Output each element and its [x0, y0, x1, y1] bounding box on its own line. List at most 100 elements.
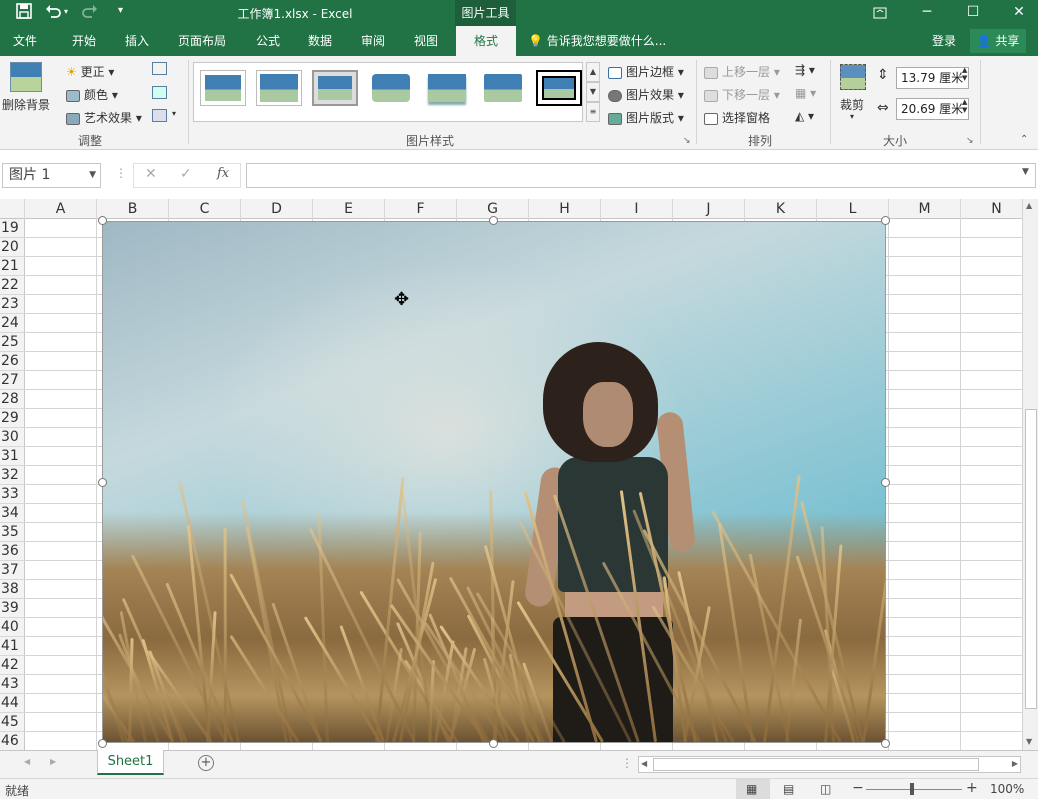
row-header[interactable]: 29	[0, 409, 25, 428]
tab-data[interactable]: 数据	[297, 26, 343, 56]
column-header[interactable]: H	[529, 199, 601, 219]
scroll-down-icon[interactable]: ▼	[1026, 737, 1032, 746]
row-header[interactable]: 26	[0, 352, 25, 371]
resize-handle-bottom-right[interactable]	[881, 739, 890, 748]
resize-handle-top[interactable]	[489, 216, 498, 225]
picture-layout-button[interactable]: 图片版式 ▾	[608, 109, 684, 126]
row-header[interactable]: 43	[0, 675, 25, 694]
picture-effects-button[interactable]: 图片效果 ▾	[608, 86, 684, 103]
row-header[interactable]: 46	[0, 732, 25, 751]
crop-button[interactable]: 裁剪	[840, 96, 864, 113]
column-header[interactable]: B	[97, 199, 169, 219]
resize-handle-left[interactable]	[98, 478, 107, 487]
row-header[interactable]: 44	[0, 694, 25, 713]
enter-formula-icon[interactable]: ✓	[180, 166, 192, 182]
corrections-button[interactable]: ☀ 更正 ▾	[66, 63, 114, 80]
tab-formulas[interactable]: 公式	[245, 26, 291, 56]
color-button[interactable]: 颜色 ▾	[66, 86, 118, 103]
tab-page-layout[interactable]: 页面布局	[168, 26, 236, 56]
prev-sheet-icon[interactable]: ◀	[24, 757, 30, 766]
zoom-slider-track[interactable]	[866, 789, 962, 790]
column-header[interactable]: I	[601, 199, 673, 219]
picture-style-4[interactable]	[368, 70, 414, 106]
row-header[interactable]: 25	[0, 333, 25, 352]
tab-file[interactable]: 文件	[0, 26, 50, 56]
artistic-effects-button[interactable]: 艺术效果 ▾	[66, 109, 142, 126]
align-icon[interactable]: ⇶ ▾	[795, 63, 815, 77]
scroll-left-icon[interactable]: ◀	[641, 759, 647, 768]
gallery-up-icon[interactable]: ▲	[586, 62, 600, 82]
resize-handle-top-right[interactable]	[881, 216, 890, 225]
resize-handle-top-left[interactable]	[98, 216, 107, 225]
horizontal-scroll-thumb[interactable]	[653, 758, 979, 771]
row-header[interactable]: 31	[0, 447, 25, 466]
collapse-ribbon-icon[interactable]: ⌃	[1020, 134, 1028, 145]
row-header[interactable]: 21	[0, 257, 25, 276]
crop-icon[interactable]	[840, 64, 866, 90]
tab-insert[interactable]: 插入	[114, 26, 160, 56]
row-header[interactable]: 34	[0, 504, 25, 523]
cancel-formula-icon[interactable]: ✕	[145, 166, 157, 182]
vertical-scrollbar[interactable]: ▲ ▼	[1022, 199, 1038, 750]
resize-handle-bottom-left[interactable]	[98, 739, 107, 748]
tab-view[interactable]: 视图	[403, 26, 449, 56]
picture-style-7[interactable]	[536, 70, 582, 106]
name-box[interactable]: 图片 1 ▼	[2, 163, 101, 188]
close-icon[interactable]: ✕	[996, 0, 1038, 26]
column-header[interactable]: D	[241, 199, 313, 219]
column-header[interactable]: A	[25, 199, 97, 219]
picture-style-2[interactable]	[256, 70, 302, 106]
remove-background-button[interactable]: 删除背景	[2, 96, 50, 113]
page-break-view-icon[interactable]: ◫	[820, 782, 831, 796]
row-header[interactable]: 32	[0, 466, 25, 485]
row-header[interactable]: 41	[0, 637, 25, 656]
tab-format[interactable]: 格式	[456, 26, 516, 56]
reset-dropdown-icon[interactable]: ▾	[172, 109, 176, 118]
maximize-icon[interactable]: ☐	[950, 0, 996, 26]
change-picture-icon[interactable]	[152, 86, 167, 99]
row-header[interactable]: 33	[0, 485, 25, 504]
row-header[interactable]: 35	[0, 523, 25, 542]
zoom-slider-thumb[interactable]	[910, 783, 914, 795]
resize-handle-right[interactable]	[881, 478, 890, 487]
tell-me-search[interactable]: 💡 告诉我您想要做什么...	[528, 26, 666, 56]
row-header[interactable]: 22	[0, 276, 25, 295]
remove-background-icon[interactable]	[10, 62, 42, 92]
row-header[interactable]: 39	[0, 599, 25, 618]
picture-border-button[interactable]: 图片边框 ▾	[608, 63, 684, 80]
formula-input[interactable]	[246, 163, 1036, 188]
scroll-up-icon[interactable]: ▲	[1026, 201, 1032, 210]
row-header[interactable]: 45	[0, 713, 25, 732]
width-spinner[interactable]: ▲ ▼	[962, 98, 967, 114]
login-button[interactable]: 登录	[932, 26, 956, 56]
zoom-out-icon[interactable]: −	[852, 780, 864, 796]
inserted-picture[interactable]	[102, 221, 886, 743]
bring-forward-button[interactable]: 上移一层 ▾	[704, 63, 780, 80]
column-header[interactable]: C	[169, 199, 241, 219]
zoom-in-icon[interactable]: +	[966, 780, 978, 796]
row-header[interactable]: 30	[0, 428, 25, 447]
resize-handle-bottom[interactable]	[489, 739, 498, 748]
scroll-right-icon[interactable]: ▶	[1012, 759, 1018, 768]
next-sheet-icon[interactable]: ▶	[50, 757, 56, 766]
rotate-icon[interactable]: ◭ ▾	[795, 109, 814, 123]
column-header[interactable]: F	[385, 199, 457, 219]
share-button[interactable]: 👤 共享	[970, 29, 1026, 53]
row-header[interactable]: 27	[0, 371, 25, 390]
row-header[interactable]: 28	[0, 390, 25, 409]
zoom-level[interactable]: 100%	[990, 782, 1024, 796]
tab-review[interactable]: 审阅	[350, 26, 396, 56]
row-header[interactable]: 24	[0, 314, 25, 333]
minimize-icon[interactable]: ─	[904, 0, 950, 26]
row-header[interactable]: 19	[0, 219, 25, 238]
horizontal-scrollbar[interactable]: ◀ ▶	[638, 756, 1021, 773]
column-header[interactable]: K	[745, 199, 817, 219]
select-all-corner[interactable]	[0, 199, 25, 219]
picture-style-5[interactable]	[424, 70, 470, 106]
page-layout-view-icon[interactable]: ▤	[783, 782, 794, 796]
column-header[interactable]: M	[889, 199, 961, 219]
selection-pane-button[interactable]: 选择窗格	[704, 109, 770, 126]
tab-split-grip-icon[interactable]: ⋮	[621, 756, 633, 770]
compress-pictures-icon[interactable]	[152, 62, 167, 75]
picture-style-6[interactable]	[480, 70, 526, 106]
